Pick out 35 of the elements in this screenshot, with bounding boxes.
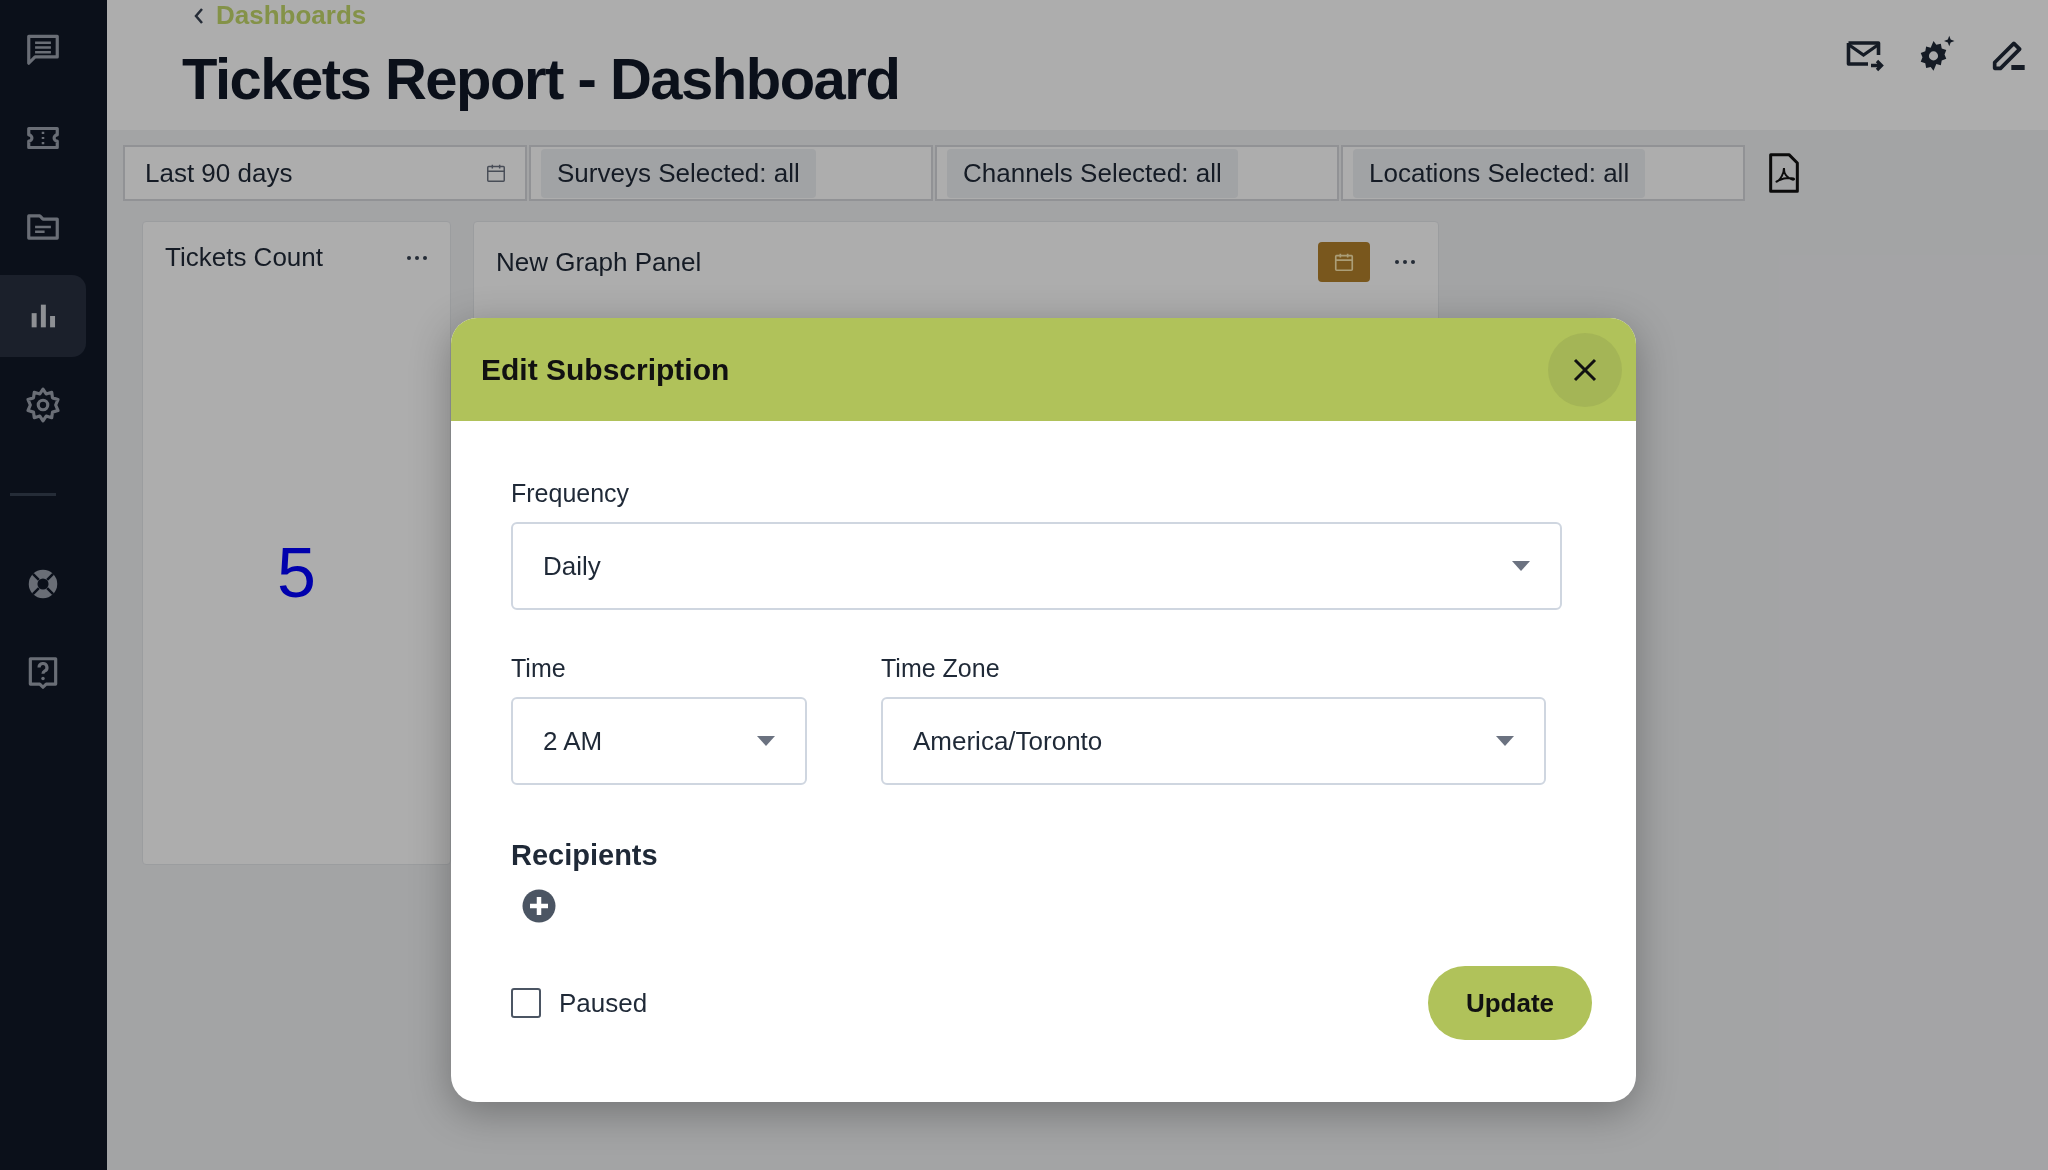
calendar-button[interactable] xyxy=(1318,242,1370,282)
caret-icon xyxy=(757,736,775,746)
calendar-icon xyxy=(1333,251,1355,273)
date-range-value: Last 90 days xyxy=(145,157,293,189)
add-icon[interactable] xyxy=(521,888,557,924)
filter-box[interactable]: Last 90 days xyxy=(123,145,527,201)
filter-chip[interactable]: Surveys Selected: all xyxy=(541,148,816,198)
paused-checkbox[interactable]: Paused xyxy=(511,987,648,1019)
page-title: Tickets Report - Dashboard xyxy=(182,45,900,112)
field-label: Frequency xyxy=(511,479,631,508)
time-zone-dropdown[interactable]: America/Toronto xyxy=(881,697,1546,785)
pdf-file-icon[interactable] xyxy=(1767,153,1801,193)
checkbox[interactable] xyxy=(511,988,541,1018)
filter-box[interactable]: Channels Selected: all xyxy=(935,145,1339,201)
time-dropdown[interactable]: 2 AM xyxy=(511,697,807,785)
ticket-count-value: 5 xyxy=(277,533,316,613)
field-label: Time Zone xyxy=(881,654,1001,683)
panel-title: New Graph Panel xyxy=(496,246,702,278)
recipients-heading: Recipients xyxy=(511,839,659,872)
update-button[interactable]: Update xyxy=(1428,966,1592,1040)
caret-icon xyxy=(1512,561,1530,571)
frequency-dropdown[interactable]: Daily xyxy=(511,522,1562,610)
filter-box[interactable]: Locations Selected: all xyxy=(1341,145,1745,201)
caret-icon xyxy=(1496,736,1514,746)
filter-chip[interactable]: Channels Selected: all xyxy=(947,148,1238,198)
more-icon[interactable] xyxy=(1394,259,1416,265)
calendar-icon xyxy=(485,162,507,184)
dialog-title: Edit Subscription xyxy=(481,352,730,387)
field-label: Time xyxy=(511,654,567,683)
more-icon[interactable] xyxy=(406,254,428,261)
filter-box[interactable]: Surveys Selected: all xyxy=(529,145,933,201)
sidebar-item[interactable] xyxy=(0,275,86,357)
panel-title: Tickets Count xyxy=(165,242,323,273)
filter-chip[interactable]: Locations Selected: all xyxy=(1353,148,1646,198)
settings-icon xyxy=(24,386,62,424)
